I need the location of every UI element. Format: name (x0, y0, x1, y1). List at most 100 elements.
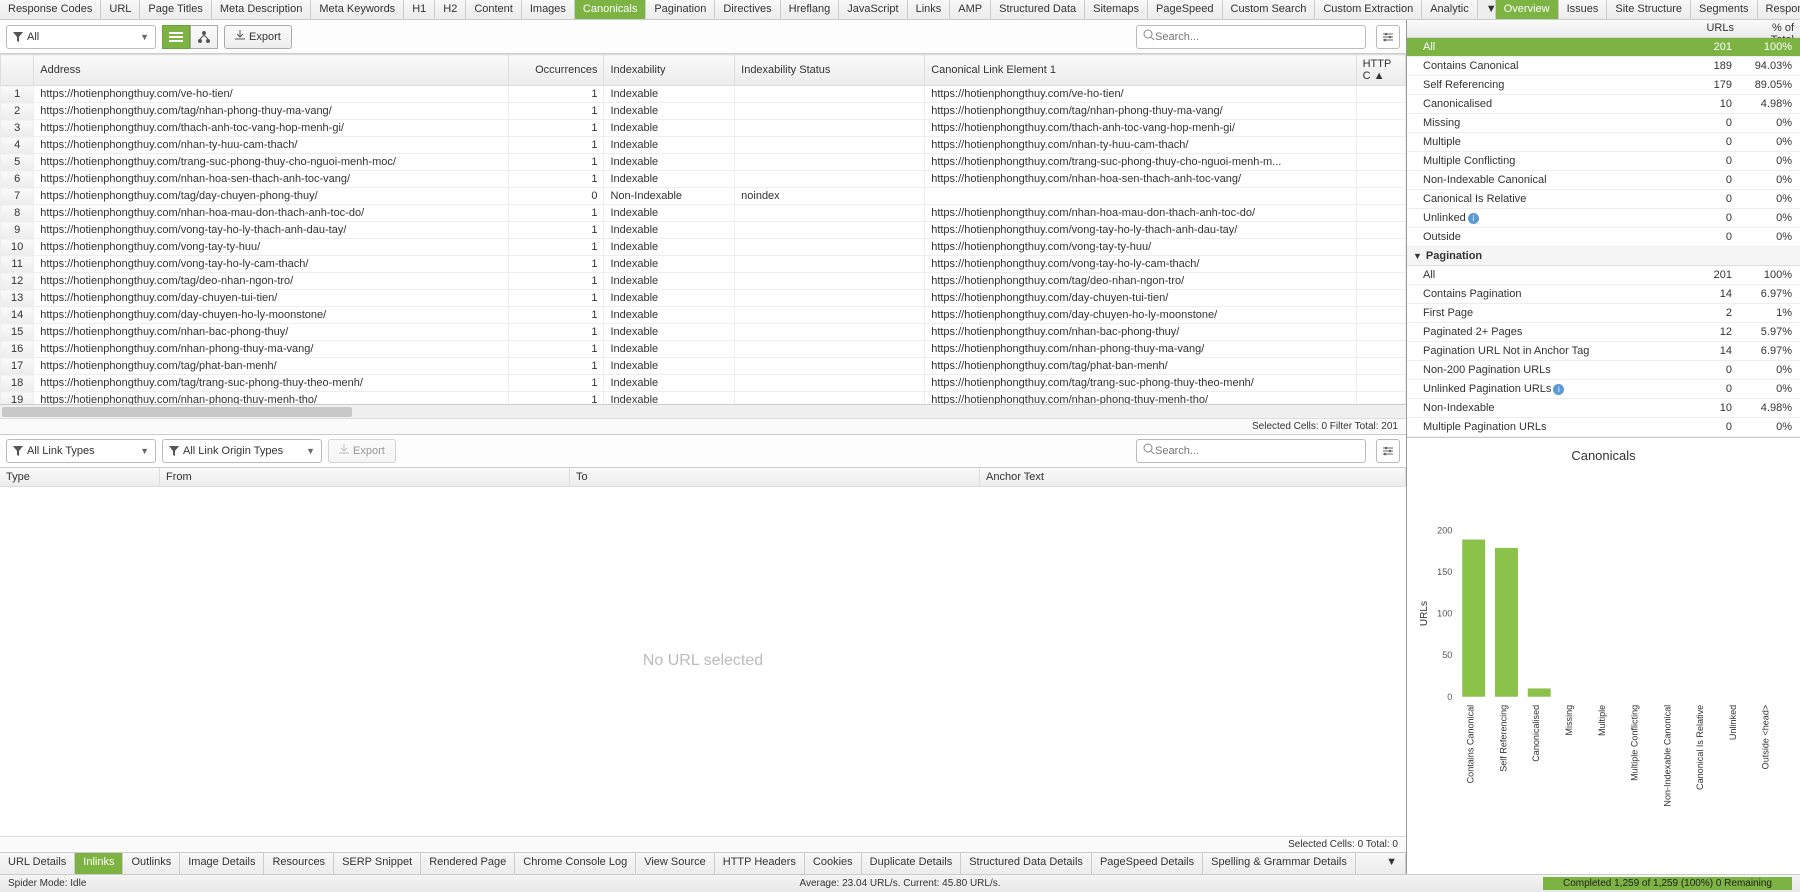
bottom-tab-duplicate-details[interactable]: Duplicate Details (862, 853, 962, 874)
tab-directives[interactable]: Directives (715, 0, 780, 19)
cell-http[interactable] (1356, 392, 1405, 404)
cell-indexability[interactable]: Indexable (604, 358, 735, 375)
cell-canonical[interactable]: https://hotienphongthuy.com/nhan-ty-huu-… (925, 137, 1356, 154)
horizontal-scrollbar[interactable] (0, 404, 1406, 418)
pagination-section[interactable]: ▼ Pagination (1407, 247, 1800, 266)
tab-hreflang[interactable]: Hreflang (781, 0, 840, 19)
cell-occurrences[interactable]: 1 (509, 392, 604, 404)
cell-indexability[interactable]: Indexable (604, 375, 735, 392)
cell-indexability-status[interactable] (735, 154, 925, 171)
tab-h2[interactable]: H2 (435, 0, 466, 19)
cell-canonical[interactable]: https://hotienphongthuy.com/vong-tay-ty-… (925, 239, 1356, 256)
tab-response-codes[interactable]: Response Codes (0, 0, 101, 19)
cell-indexability-status[interactable] (735, 358, 925, 375)
link-types-select[interactable]: All Link Types ▼ (6, 439, 156, 463)
cell-occurrences[interactable]: 1 (509, 120, 604, 137)
cell-canonical[interactable]: https://hotienphongthuy.com/tag/trang-su… (925, 375, 1356, 392)
cell-indexability[interactable]: Indexable (604, 341, 735, 358)
tree-view-button[interactable] (190, 25, 218, 49)
cell-occurrences[interactable]: 1 (509, 273, 604, 290)
overview-row[interactable]: Canonical Is Relative00% (1407, 190, 1800, 209)
col-indexability-status[interactable]: Indexability Status (735, 55, 925, 86)
bottom-tab-structured-data-details[interactable]: Structured Data Details (961, 853, 1092, 874)
overview-row[interactable]: Non-200 Pagination URLs00% (1407, 361, 1800, 380)
table-row[interactable]: 10https://hotienphongthuy.com/vong-tay-t… (1, 239, 1406, 256)
cell-http[interactable] (1356, 171, 1405, 188)
cell-occurrences[interactable]: 1 (509, 205, 604, 222)
cell-http[interactable] (1356, 137, 1405, 154)
col-indexability[interactable]: Indexability (604, 55, 735, 86)
cell-address[interactable]: https://hotienphongthuy.com/nhan-phong-t… (34, 341, 509, 358)
cell-canonical[interactable]: https://hotienphongthuy.com/trang-suc-ph… (925, 154, 1356, 171)
tabs-overflow-button[interactable]: ▼ (1478, 0, 1496, 19)
bottom-tab-resources[interactable]: Resources (264, 853, 334, 874)
tab-meta-keywords[interactable]: Meta Keywords (311, 0, 404, 19)
cell-canonical[interactable] (925, 188, 1356, 205)
overview-row[interactable]: Multiple Pagination URLs00% (1407, 418, 1800, 437)
cell-occurrences[interactable]: 0 (509, 188, 604, 205)
cell-http[interactable] (1356, 290, 1405, 307)
cell-http[interactable] (1356, 188, 1405, 205)
overview-row[interactable]: All201100% (1407, 38, 1800, 57)
col-to[interactable]: To (570, 468, 980, 486)
overview-row[interactable]: Contains Pagination146.97% (1407, 285, 1800, 304)
col-http[interactable]: HTTP C ▲ (1356, 55, 1405, 86)
overview-row[interactable]: Pagination URL Not in Anchor Tag146.97% (1407, 342, 1800, 361)
cell-indexability-status[interactable] (735, 222, 925, 239)
bottom-tab-url-details[interactable]: URL Details (0, 853, 75, 874)
cell-canonical[interactable]: https://hotienphongthuy.com/vong-tay-ho-… (925, 256, 1356, 273)
link-origins-select[interactable]: All Link Origin Types ▼ (162, 439, 322, 463)
cell-address[interactable]: https://hotienphongthuy.com/tag/nhan-pho… (34, 103, 509, 120)
cell-canonical[interactable]: https://hotienphongthuy.com/thach-anh-to… (925, 120, 1356, 137)
overview-row[interactable]: Self Referencing17989.05% (1407, 76, 1800, 95)
bottom-tab-rendered-page[interactable]: Rendered Page (421, 853, 515, 874)
cell-canonical[interactable]: https://hotienphongthuy.com/vong-tay-ho-… (925, 222, 1356, 239)
cell-address[interactable]: https://hotienphongthuy.com/thach-anh-to… (34, 120, 509, 137)
scrollbar-thumb[interactable] (2, 407, 352, 417)
cell-canonical[interactable]: https://hotienphongthuy.com/nhan-hoa-sen… (925, 171, 1356, 188)
overview-row[interactable]: Multiple00% (1407, 133, 1800, 152)
cell-indexability[interactable]: Indexable (604, 154, 735, 171)
cell-indexability[interactable]: Indexable (604, 307, 735, 324)
cell-occurrences[interactable]: 1 (509, 239, 604, 256)
cell-occurrences[interactable]: 1 (509, 137, 604, 154)
cell-indexability[interactable]: Indexable (604, 324, 735, 341)
table-row[interactable]: 18https://hotienphongthuy.com/tag/trang-… (1, 375, 1406, 392)
table-row[interactable]: 4https://hotienphongthuy.com/nhan-ty-huu… (1, 137, 1406, 154)
cell-indexability-status[interactable] (735, 375, 925, 392)
cell-indexability[interactable]: Indexable (604, 120, 735, 137)
table-row[interactable]: 16https://hotienphongthuy.com/nhan-phong… (1, 341, 1406, 358)
cell-address[interactable]: https://hotienphongthuy.com/nhan-hoa-mau… (34, 205, 509, 222)
bottom-tab-outlinks[interactable]: Outlinks (123, 853, 180, 874)
cell-occurrences[interactable]: 1 (509, 171, 604, 188)
cell-indexability[interactable]: Non-Indexable (604, 188, 735, 205)
table-row[interactable]: 8https://hotienphongthuy.com/nhan-hoa-ma… (1, 205, 1406, 222)
search-input[interactable] (1155, 31, 1359, 43)
cell-indexability-status[interactable] (735, 392, 925, 404)
cell-http[interactable] (1356, 341, 1405, 358)
cell-http[interactable] (1356, 222, 1405, 239)
bottom-tab-view-source[interactable]: View Source (636, 853, 715, 874)
cell-indexability-status[interactable] (735, 307, 925, 324)
cell-address[interactable]: https://hotienphongthuy.com/day-chuyen-h… (34, 307, 509, 324)
cell-canonical[interactable]: https://hotienphongthuy.com/nhan-bac-pho… (925, 324, 1356, 341)
tab-sitemaps[interactable]: Sitemaps (1085, 0, 1148, 19)
search-box[interactable] (1136, 25, 1366, 49)
col-occurrences[interactable]: Occurrences (509, 55, 604, 86)
cell-indexability-status[interactable]: noindex (735, 188, 925, 205)
col-address[interactable]: Address (34, 55, 509, 86)
cell-indexability-status[interactable] (735, 137, 925, 154)
bottom-tab-cookies[interactable]: Cookies (805, 853, 862, 874)
cell-http[interactable] (1356, 120, 1405, 137)
table-row[interactable]: 11https://hotienphongthuy.com/vong-tay-h… (1, 256, 1406, 273)
cell-canonical[interactable]: https://hotienphongthuy.com/ve-ho-tien/ (925, 86, 1356, 103)
right-tab-response-times[interactable]: Response Times (1758, 0, 1800, 19)
cell-http[interactable] (1356, 103, 1405, 120)
bottom-search-input[interactable] (1155, 445, 1359, 457)
cell-canonical[interactable]: https://hotienphongthuy.com/tag/phat-ban… (925, 358, 1356, 375)
cell-http[interactable] (1356, 307, 1405, 324)
overview-row[interactable]: Unlinkedi00% (1407, 209, 1800, 228)
cell-indexability-status[interactable] (735, 273, 925, 290)
tab-pagination[interactable]: Pagination (646, 0, 715, 19)
cell-canonical[interactable]: https://hotienphongthuy.com/nhan-phong-t… (925, 392, 1356, 404)
